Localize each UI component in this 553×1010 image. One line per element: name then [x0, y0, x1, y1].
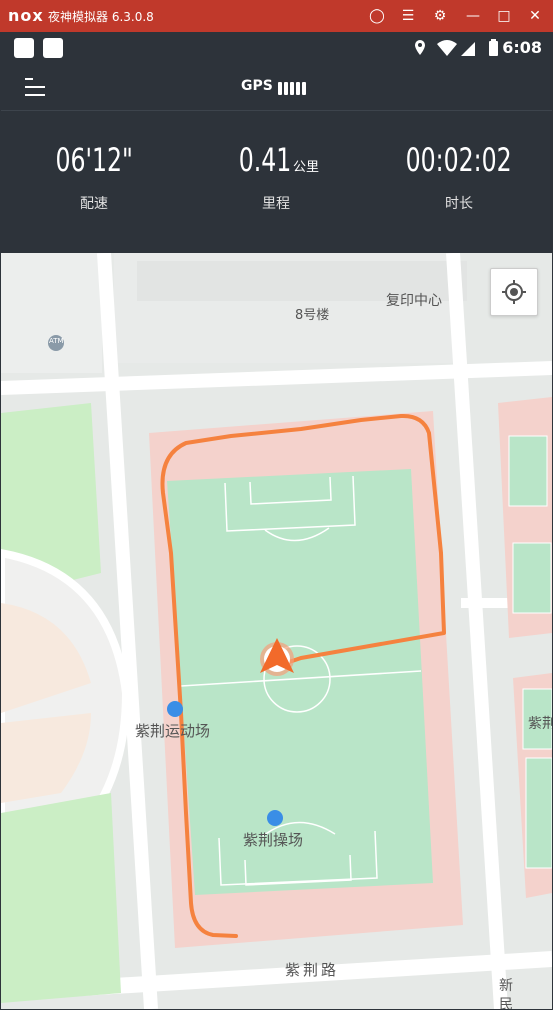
gear-icon[interactable]: ⚙ — [430, 6, 450, 26]
pace-label: 配速 — [80, 196, 108, 212]
status-bar: 6:08 — [1, 32, 552, 64]
pace-stat: 06'12" 配速 — [19, 141, 169, 213]
gps-label: GPS — [241, 78, 273, 94]
pace-value: 06'12" — [55, 141, 133, 179]
road-zijing-label: 紫荆路 — [285, 961, 340, 979]
location-icon — [415, 40, 425, 55]
maximize-icon[interactable]: □ — [494, 6, 514, 26]
signal-icon — [461, 42, 475, 56]
distance-value: 0.41 — [238, 141, 292, 179]
menu-icon[interactable]: ☰ — [398, 6, 418, 26]
app-bar: GPS — [1, 64, 552, 111]
print-center-label: 复印中心 — [386, 293, 442, 309]
nox-logo: nox — [8, 6, 44, 25]
minimize-icon[interactable]: — — [463, 6, 483, 26]
emulator-titlebar: nox 夜神模拟器 6.3.0.8 ◯ ☰ ⚙ — □ ✕ — [0, 0, 553, 32]
wifi-icon — [437, 40, 457, 56]
notification-icon — [43, 38, 63, 58]
poi-icon — [267, 810, 283, 826]
menu-button[interactable] — [25, 76, 49, 98]
distance-label: 里程 — [262, 196, 290, 212]
road-xinmin-label: 新民路 — [499, 978, 513, 1009]
duration-stat: 00:02:02 时长 — [384, 141, 534, 213]
battery-icon — [489, 41, 498, 56]
gps-signal-icon — [278, 80, 308, 99]
window-title: 夜神模拟器 6.3.0.8 — [48, 10, 154, 24]
map-canvas — [1, 253, 552, 1009]
shirt-icon[interactable]: ◯ — [367, 6, 387, 26]
duration-value: 00:02:02 — [405, 141, 513, 179]
poi-icon — [167, 701, 183, 717]
distance-stat: 0.41 公里 里程 — [201, 141, 351, 213]
phone-screen: 6:08 GPS 06'12" 配速 0.41 公里 里程 00:02:02 时长 — [1, 32, 552, 1009]
duration-label: 时长 — [445, 196, 473, 212]
menu-dot — [25, 78, 33, 80]
sports-field-label: 紫荆运动场 — [135, 722, 211, 740]
stats-panel: 06'12" 配速 0.41 公里 里程 00:02:02 时长 — [1, 111, 552, 253]
status-icons — [415, 39, 498, 56]
atm-label: ATM — [49, 337, 64, 345]
notification-icon — [14, 38, 34, 58]
status-time: 6:08 — [502, 38, 542, 57]
edge-label: 紫荆 — [528, 716, 552, 732]
crosshair-icon — [502, 280, 526, 304]
playground-label: 紫荆操场 — [243, 831, 304, 849]
close-icon[interactable]: ✕ — [525, 6, 545, 26]
building-label: 8号楼 — [295, 308, 330, 323]
distance-unit: 公里 — [293, 160, 320, 175]
locate-button[interactable] — [490, 268, 538, 316]
map-view[interactable]: 8号楼 复印中心 ATM 紫荆运动场 紫荆操场 紫荆路 新民路 紫荆 — [1, 253, 552, 1009]
